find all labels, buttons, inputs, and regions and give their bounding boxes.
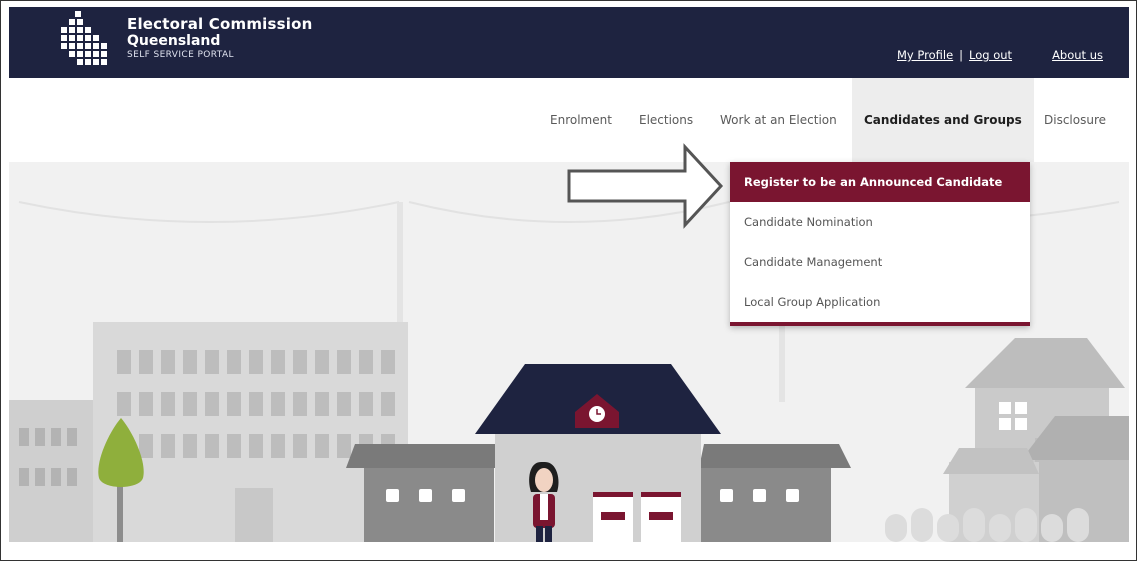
right-arrow-icon: [567, 143, 724, 229]
site-header: Electoral Commission Queensland SELF SER…: [9, 7, 1129, 78]
menu-item-local-group-application[interactable]: Local Group Application: [730, 282, 1030, 322]
about-us-link[interactable]: About us: [1052, 48, 1103, 62]
candidates-dropdown-menu: Register to be an Announced Candidate Ca…: [730, 162, 1030, 326]
link-separator: |: [959, 48, 964, 62]
brand-subtitle: Queensland: [127, 33, 221, 49]
nav-candidates-and-groups[interactable]: Candidates and Groups: [852, 78, 1034, 162]
log-out-link[interactable]: Log out: [969, 48, 1012, 62]
brand-title: Electoral Commission: [127, 15, 313, 33]
nav-disclosure[interactable]: Disclosure: [1044, 78, 1106, 162]
browser-frame: Electoral Commission Queensland SELF SER…: [0, 0, 1137, 561]
brand-text: Electoral Commission Queensland SELF SER…: [127, 17, 313, 60]
ecq-logo-icon: [61, 11, 107, 65]
menu-item-register-announced-candidate[interactable]: Register to be an Announced Candidate: [730, 162, 1030, 202]
menu-item-candidate-management[interactable]: Candidate Management: [730, 242, 1030, 282]
brand-tagline: SELF SERVICE PORTAL: [127, 50, 234, 60]
nav-work-at-an-election[interactable]: Work at an Election: [720, 78, 837, 162]
header-links: My Profile | Log out About us: [897, 48, 1103, 62]
menu-item-candidate-nomination[interactable]: Candidate Nomination: [730, 202, 1030, 242]
my-profile-link[interactable]: My Profile: [897, 48, 953, 62]
